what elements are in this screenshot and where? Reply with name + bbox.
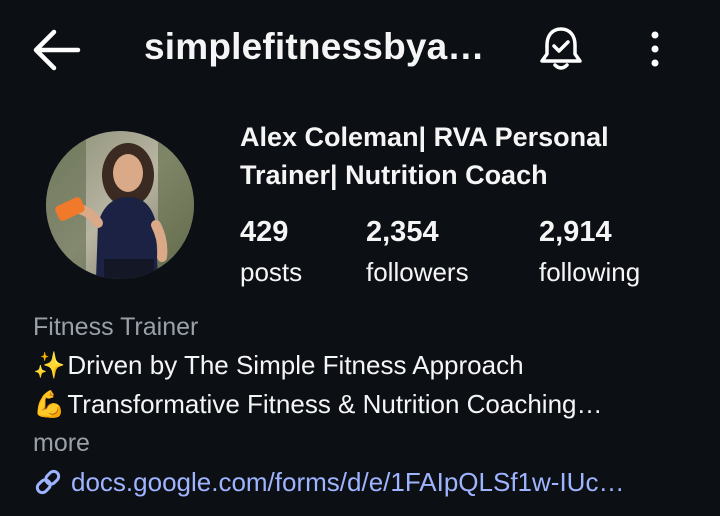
posts-count: 429	[240, 216, 289, 248]
bio-link-text: docs.google.com/forms/d/e/1FAIpQLSf1w-IU…	[71, 467, 625, 497]
bio-external-link[interactable]: docs.google.com/forms/d/e/1FAIpQLSf1w-IU…	[33, 462, 693, 502]
following-label: following	[539, 257, 641, 287]
following-stat[interactable]: 2,914 following	[539, 214, 640, 292]
top-bar: simplefitnessbya…	[0, 0, 720, 100]
profile-avatar[interactable]	[46, 131, 194, 279]
more-options-button[interactable]	[640, 28, 670, 70]
profile-category: Fitness Trainer	[33, 313, 199, 341]
following-count: 2,914	[539, 216, 612, 248]
bio-more-link[interactable]: more	[33, 424, 693, 462]
arrow-left-icon	[33, 29, 81, 71]
profile-bio: Fitness Trainer ✨ Driven by The Simple F…	[33, 308, 693, 502]
bio-line: ✨ Driven by The Simple Fitness Approach	[33, 346, 693, 385]
bell-check-icon	[540, 27, 582, 70]
profile-username: simplefitnessbya…	[144, 26, 485, 67]
back-button[interactable]	[30, 28, 82, 72]
profile-display-name: Alex Coleman| RVA Personal Trainer| Nutr…	[240, 122, 609, 190]
bio-line: 💪 Transformative Fitness & Nutrition Coa…	[33, 385, 693, 424]
sparkles-icon: ✨	[33, 350, 66, 380]
posts-stat[interactable]: 429 posts	[240, 214, 302, 292]
bio-line-text: Driven by The Simple Fitness Approach	[67, 350, 524, 380]
posts-label: posts	[240, 257, 303, 287]
link-icon	[35, 469, 61, 495]
followers-label: followers	[366, 257, 469, 287]
bio-line-text: Transformative Fitness & Nutrition Coach…	[67, 389, 603, 419]
more-vertical-icon	[651, 31, 659, 67]
followers-stat[interactable]: 2,354 followers	[366, 214, 469, 292]
notifications-button[interactable]	[538, 24, 584, 72]
flexed-biceps-icon: 💪	[33, 389, 66, 419]
followers-count: 2,354	[366, 216, 439, 248]
